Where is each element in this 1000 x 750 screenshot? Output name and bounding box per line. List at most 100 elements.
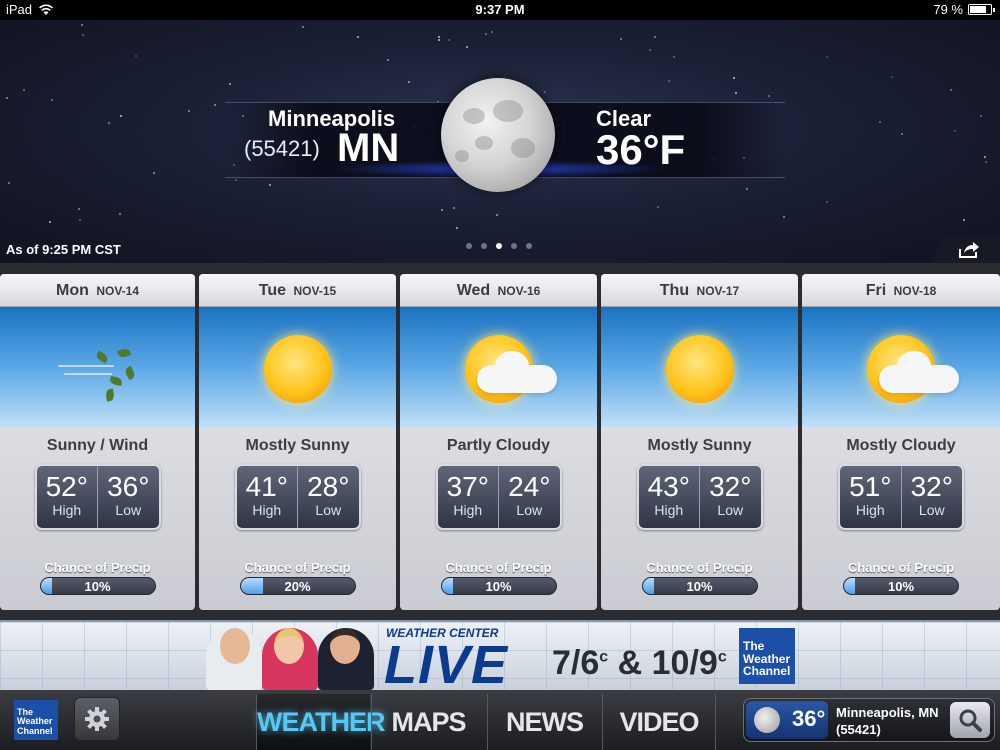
star xyxy=(657,206,659,208)
day-header: Wed NOV-16 xyxy=(400,274,597,307)
share-icon xyxy=(959,242,979,258)
partly-cloudy-icon xyxy=(400,307,597,427)
current-conditions-panel[interactable]: Minneapolis (55421) MN Clear 36°F As of … xyxy=(0,20,1000,263)
day-date: NOV-16 xyxy=(497,284,541,298)
day-name: Tue xyxy=(258,282,287,299)
ad-time-2: 10/9 xyxy=(651,644,718,682)
page-dot[interactable] xyxy=(511,243,517,249)
star xyxy=(387,59,389,61)
star xyxy=(980,115,982,117)
day-date: NOV-17 xyxy=(696,284,740,298)
tab-maps[interactable]: MAPS xyxy=(371,694,485,750)
share-button[interactable] xyxy=(930,237,1000,263)
star xyxy=(496,214,498,216)
tab-news[interactable]: NEWS xyxy=(487,694,601,750)
tab-weather[interactable]: WEATHER xyxy=(256,694,386,750)
moon-icon xyxy=(754,707,780,733)
day-header: Fri NOV-18 xyxy=(802,274,1000,307)
temp-box: 37° High 24° Low xyxy=(435,464,562,530)
star xyxy=(654,36,656,38)
day-name: Thu xyxy=(659,282,690,299)
search-button[interactable] xyxy=(950,702,990,738)
day-condition: Sunny / Wind xyxy=(46,437,149,454)
star xyxy=(229,83,231,85)
star xyxy=(6,97,8,99)
star xyxy=(23,89,25,91)
precip-bar: 10% xyxy=(440,577,557,595)
star xyxy=(120,115,122,117)
weather-channel-logo[interactable]: The Weather Channel xyxy=(14,700,58,740)
star xyxy=(441,209,443,211)
star xyxy=(188,110,190,112)
precip-label: Chance of Precip xyxy=(244,560,351,575)
star xyxy=(733,77,735,79)
star xyxy=(408,81,410,83)
bottom-nav: The Weather Channel WEATHER MAPS NEWS VIDE… xyxy=(0,690,1000,750)
star xyxy=(466,46,468,48)
partly-cloudy-icon xyxy=(802,307,1000,427)
star xyxy=(78,208,80,210)
low-label: Low xyxy=(516,502,543,518)
high-temp: 51° xyxy=(849,471,892,502)
page-dot[interactable] xyxy=(466,243,472,249)
star xyxy=(544,91,546,93)
as-of-timestamp: As of 9:25 PM CST xyxy=(6,242,121,257)
forecast-day-tue[interactable]: Tue NOV-15 Mostly Sunny 41° High 28° Low C… xyxy=(199,274,396,610)
location-widget[interactable]: 36° Minneapolis, MN (55421) xyxy=(743,698,995,742)
day-condition: Mostly Sunny xyxy=(245,437,350,454)
low-label: Low xyxy=(717,502,744,518)
low-temp: 28° xyxy=(307,471,350,502)
precip-bar: 10% xyxy=(39,577,156,595)
location-city: Minneapolis, MN xyxy=(836,705,939,720)
low-temp: 36° xyxy=(107,471,150,502)
star xyxy=(119,213,121,215)
low-label: Low xyxy=(315,502,342,518)
tab-video[interactable]: VIDEO xyxy=(602,694,716,750)
forecast-day-thu[interactable]: Thu NOV-17 Mostly Sunny 43° High 32° Low C… xyxy=(601,274,798,610)
star xyxy=(214,104,216,106)
high-temp: 41° xyxy=(245,471,288,502)
weather-channel-logo: The Weather Channel xyxy=(739,628,795,684)
high-temp: 37° xyxy=(446,471,489,502)
forecast-day-fri[interactable]: Fri NOV-18 Mostly Cloudy 51° High 32° Low … xyxy=(802,274,1000,610)
ad-banner[interactable]: WEATHER CENTER LIVE 7/6c & 10/9c The Weat… xyxy=(0,620,1000,690)
settings-button[interactable] xyxy=(74,697,120,741)
wind-icon xyxy=(0,307,195,427)
precip-label: Chance of Precip xyxy=(445,560,552,575)
star xyxy=(82,34,84,36)
page-dot[interactable] xyxy=(526,243,532,249)
star xyxy=(746,188,748,190)
ad-time-1: 7/6 xyxy=(552,644,600,682)
temp-box: 41° High 28° Low xyxy=(234,464,361,530)
precip-label: Chance of Precip xyxy=(646,560,753,575)
star xyxy=(891,76,893,78)
star xyxy=(950,89,952,91)
star xyxy=(235,179,237,181)
location-zip: (55421) xyxy=(836,722,881,737)
high-label: High xyxy=(654,502,684,518)
star xyxy=(963,219,965,221)
forecast-strip: Mon NOV-14 Sunny / Wind 52° High 36° Low C… xyxy=(0,263,1000,620)
star xyxy=(768,95,770,97)
star xyxy=(954,130,956,132)
star xyxy=(153,172,155,174)
page-indicator[interactable] xyxy=(466,243,532,249)
page-dot-active[interactable] xyxy=(496,243,502,249)
day-name: Fri xyxy=(865,282,887,299)
precip-value: 10% xyxy=(686,579,713,594)
ad-amp: & xyxy=(617,644,643,682)
star xyxy=(649,49,651,51)
forecast-day-mon[interactable]: Mon NOV-14 Sunny / Wind 52° High 36° Low C… xyxy=(0,274,195,610)
page-dot[interactable] xyxy=(481,243,487,249)
day-header: Thu NOV-17 xyxy=(601,274,798,307)
forecast-day-wed[interactable]: Wed NOV-16 Partly Cloudy 37° High 24° Low … xyxy=(400,274,597,610)
temp-box: 52° High 36° Low xyxy=(34,464,161,530)
high-temp: 43° xyxy=(647,471,690,502)
high-label: High xyxy=(855,502,885,518)
star xyxy=(269,184,271,186)
low-temp: 32° xyxy=(709,471,752,502)
precip-value: 10% xyxy=(485,579,512,594)
star xyxy=(51,99,53,101)
low-temp: 24° xyxy=(508,471,551,502)
high-label: High xyxy=(453,502,483,518)
